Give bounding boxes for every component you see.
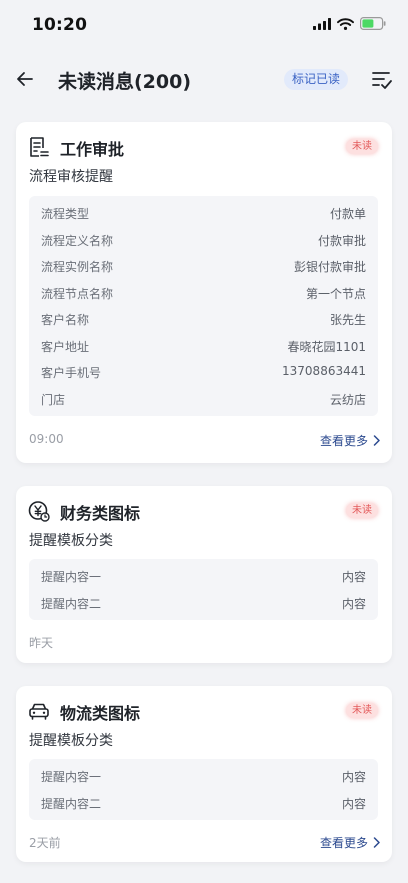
message-time: 09:00 xyxy=(29,432,64,446)
car-icon xyxy=(29,703,49,720)
detail-row: 提醒内容二 内容 xyxy=(41,790,366,816)
card-header: 工作审批 未读 xyxy=(28,134,378,162)
card-subtitle: 提醒模板分类 xyxy=(29,733,113,749)
detail-key: 客户地址 xyxy=(41,339,90,354)
detail-row: 客户地址 春晓花园1101 xyxy=(41,333,366,359)
detail-key: 流程节点名称 xyxy=(41,286,114,301)
detail-value: 张先生 xyxy=(329,313,366,327)
document-list-icon xyxy=(30,137,49,157)
detail-key: 流程定义名称 xyxy=(41,233,114,248)
battery-icon xyxy=(360,17,386,30)
detail-value: 彭银付款审批 xyxy=(293,260,366,274)
detail-key: 客户名称 xyxy=(41,313,90,327)
detail-row: 流程节点名称 第一个节点 xyxy=(41,280,366,306)
message-card-approval[interactable]: 工作审批 未读 流程审核提醒 流程类型 付款单 流程定义名称 付款审批 流程实例… xyxy=(16,122,392,463)
back-button[interactable] xyxy=(12,66,38,92)
detail-value: 内容 xyxy=(341,770,366,784)
chevron-right-icon xyxy=(373,435,380,446)
detail-row: 提醒内容二 内容 xyxy=(41,590,366,616)
chevron-right-icon xyxy=(373,837,380,848)
detail-value: 内容 xyxy=(341,570,366,584)
nav-bar: 未读消息(200) 标记已读 xyxy=(0,54,408,106)
detail-value: 付款审批 xyxy=(317,233,366,248)
message-card-finance[interactable]: 财务类图标 未读 提醒模板分类 提醒内容一 内容 提醒内容二 内容 昨天 xyxy=(16,486,392,663)
detail-row: 门店 云纺店 xyxy=(41,386,366,412)
detail-row: 提醒内容一 内容 xyxy=(41,563,366,589)
detail-value: 第一个节点 xyxy=(305,286,366,301)
message-card-logistics[interactable]: 物流类图标 未读 提醒模板分类 提醒内容一 内容 提醒内容二 内容 2天前 查看… xyxy=(16,686,392,862)
detail-row: 流程类型 付款单 xyxy=(41,200,366,226)
wifi-icon xyxy=(337,17,354,30)
see-more-link[interactable]: 查看更多 xyxy=(320,432,380,449)
detail-value: 春晓花园1101 xyxy=(287,339,366,354)
status-bar: 10:20 xyxy=(0,0,408,54)
detail-key: 提醒内容一 xyxy=(41,770,102,784)
message-time: 昨天 xyxy=(29,636,54,650)
card-subtitle: 流程审核提醒 xyxy=(29,169,113,185)
card-subtitle: 提醒模板分类 xyxy=(29,533,113,549)
detail-row: 客户名称 张先生 xyxy=(41,306,366,332)
unread-badge: 未读 xyxy=(346,503,378,518)
detail-value: 内容 xyxy=(341,596,366,611)
card-title: 财务类图标 xyxy=(60,504,141,523)
detail-key: 流程实例名称 xyxy=(41,260,114,274)
detail-box: 流程类型 付款单 流程定义名称 付款审批 流程实例名称 彭银付款审批 流程节点名… xyxy=(29,196,378,416)
detail-key: 提醒内容二 xyxy=(41,796,102,811)
detail-row: 客户手机号 13708863441 xyxy=(41,359,366,385)
card-header: 物流类图标 未读 xyxy=(28,698,378,726)
detail-key: 流程类型 xyxy=(41,207,90,221)
card-header: 财务类图标 未读 xyxy=(28,498,378,526)
see-more-link[interactable]: 查看更多 xyxy=(320,834,380,851)
detail-box: 提醒内容一 内容 提醒内容二 内容 xyxy=(29,759,378,820)
detail-row: 流程实例名称 彭银付款审批 xyxy=(41,253,366,279)
detail-row: 提醒内容一 内容 xyxy=(41,763,366,789)
unread-badge: 未读 xyxy=(346,703,378,718)
card-title: 物流类图标 xyxy=(60,704,141,723)
mark-read-button[interactable]: 标记已读 xyxy=(284,69,349,90)
see-more-label: 查看更多 xyxy=(319,434,368,448)
page-title: 未读消息(200) xyxy=(58,71,192,93)
detail-key: 提醒内容一 xyxy=(41,570,102,584)
card-title: 工作审批 xyxy=(60,140,125,159)
detail-key: 客户手机号 xyxy=(41,366,102,380)
detail-row: 流程定义名称 付款审批 xyxy=(41,227,366,253)
message-time: 2天前 xyxy=(29,836,61,850)
status-icons xyxy=(313,17,386,30)
detail-key: 提醒内容二 xyxy=(41,596,102,611)
signal-icon xyxy=(313,17,331,30)
see-more-label: 查看更多 xyxy=(319,836,368,850)
detail-value: 内容 xyxy=(341,796,366,811)
detail-value: 13708863441 xyxy=(282,364,366,378)
yuan-coin-icon xyxy=(28,501,50,522)
detail-value: 云纺店 xyxy=(329,392,366,407)
unread-badge: 未读 xyxy=(346,139,378,154)
filter-button[interactable] xyxy=(370,68,394,92)
detail-key: 门店 xyxy=(41,392,66,407)
status-time: 10:20 xyxy=(32,15,88,35)
filter-list-icon xyxy=(372,72,392,89)
detail-box: 提醒内容一 内容 提醒内容二 内容 xyxy=(29,559,378,620)
arrow-left-icon xyxy=(17,72,33,86)
detail-value: 付款单 xyxy=(329,207,366,221)
